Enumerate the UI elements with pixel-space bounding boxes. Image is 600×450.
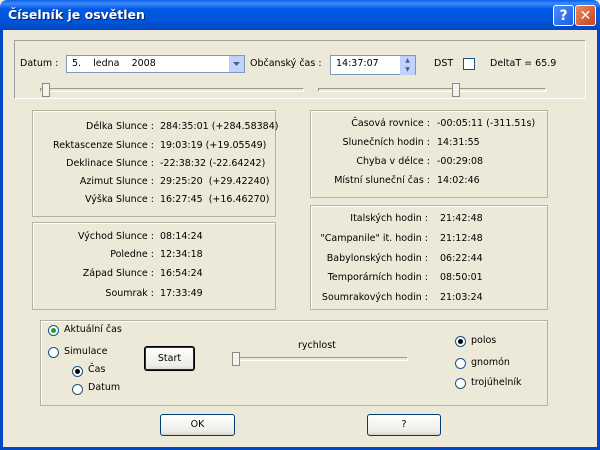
casova-rovnice-label: Časová rovnice :: [351, 118, 430, 129]
italskych-label: Italských hodin :: [350, 213, 428, 224]
chyba-v-delce-label: Chyba v délce :: [356, 156, 430, 167]
date-slider-track[interactable]: [40, 88, 304, 92]
date-slider-thumb[interactable]: [42, 83, 50, 97]
vyska-label: Výška Slunce :: [85, 194, 154, 205]
gnomon-radio[interactable]: [455, 358, 466, 369]
casova-rovnice-value: -00:05:11 (-311.51s): [437, 118, 536, 129]
simulace-radio[interactable]: [48, 347, 59, 358]
datum-radio[interactable]: [72, 384, 83, 395]
vychod-label: Východ Slunce :: [78, 231, 154, 242]
gnomon-label[interactable]: gnomón: [471, 357, 510, 368]
time-slider-track[interactable]: [318, 88, 546, 92]
polos-radio[interactable]: [455, 336, 466, 347]
rektascenze-label: Rektascenze Slunce :: [53, 140, 154, 151]
polos-label[interactable]: polos: [471, 335, 496, 346]
datum-dropdown-arrow[interactable]: [229, 56, 244, 72]
deklinace-value: -22:38:32 (-22.64242): [160, 158, 266, 169]
datum-value: 5. ledna 2008: [72, 58, 156, 69]
soumrakovych-label: Soumrakových hodin :: [321, 292, 428, 303]
obcansky-cas-label: Občanský čas :: [250, 58, 322, 69]
babylonskych-value: 06:22:44: [440, 253, 483, 264]
temporarnich-value: 08:50:01: [440, 272, 483, 283]
vyska-value: 16:27:45 (+16.46270): [160, 194, 270, 205]
soumrak-value: 17:33:49: [160, 288, 203, 299]
ok-button[interactable]: OK: [160, 414, 235, 436]
time-slider-thumb[interactable]: [452, 83, 460, 97]
cas-radio[interactable]: [72, 366, 83, 377]
delka-label: Délka Slunce :: [86, 121, 154, 132]
time-value: 14:37:07: [336, 58, 379, 69]
zapad-label: Západ Slunce :: [82, 268, 154, 279]
help-button[interactable]: ?: [367, 414, 441, 436]
campanile-value: 21:12:48: [440, 233, 483, 244]
help-title-button[interactable]: ?: [553, 5, 574, 26]
babylonskych-label: Babylonských hodin :: [326, 253, 428, 264]
vychod-value: 08:14:24: [160, 231, 203, 242]
chyba-v-delce-value: -00:29:08: [437, 156, 484, 167]
spin-down-button[interactable]: ▼: [400, 65, 415, 75]
speed-slider-thumb[interactable]: [232, 352, 240, 366]
sun-times-group: [32, 222, 276, 310]
datum-dropdown[interactable]: 5. ledna 2008: [66, 55, 245, 73]
rychlost-label: rychlost: [298, 340, 336, 351]
aktualni-cas-radio[interactable]: [48, 325, 59, 336]
speed-slider-track[interactable]: [232, 357, 408, 361]
campanile-label: "Campanile" it. hodin :: [320, 233, 428, 244]
deltat-label: DeltaT = 65.9: [490, 58, 557, 69]
chevron-down-icon: [233, 62, 240, 66]
window-frame-left: [0, 30, 3, 450]
temporarnich-label: Temporárních hodin :: [327, 272, 428, 283]
close-button[interactable]: ✕: [575, 5, 596, 26]
slunecnich-hodin-value: 14:31:55: [437, 137, 480, 148]
azimut-label: Azimut Slunce :: [79, 176, 154, 187]
poledne-value: 12:34:18: [160, 249, 203, 260]
delka-value: 284:35:01 (+284.58384): [160, 121, 279, 132]
cas-label[interactable]: Čas: [88, 364, 105, 375]
datum-label: Datum :: [20, 58, 59, 69]
mistni-cas-value: 14:02:46: [437, 175, 480, 186]
simulace-label[interactable]: Simulace: [64, 346, 107, 357]
slunecnich-hodin-label: Slunečních hodin :: [342, 137, 430, 148]
poledne-label: Poledne :: [110, 249, 154, 260]
rektascenze-value: 19:03:19 (+19.05549): [160, 140, 267, 151]
window-title: Číselník je osvětlen: [8, 7, 145, 22]
start-button[interactable]: Start: [144, 346, 195, 371]
dst-checkbox[interactable]: [463, 58, 475, 70]
italskych-value: 21:42:48: [440, 213, 483, 224]
mistni-cas-label: Místní sluneční čas :: [334, 175, 430, 186]
datum-radio-label[interactable]: Datum: [88, 382, 120, 393]
azimut-value: 29:25:20 (+29.42240): [160, 176, 270, 187]
soumrakovych-value: 21:03:24: [440, 292, 483, 303]
deklinace-label: Deklinace Slunce :: [66, 158, 154, 169]
soumrak-label: Soumrak :: [105, 288, 154, 299]
dst-label: DST: [434, 58, 454, 69]
zapad-value: 16:54:24: [160, 268, 203, 279]
trojuhelnik-radio[interactable]: [455, 378, 466, 389]
trojuhelnik-label[interactable]: trojúhelník: [471, 377, 522, 388]
aktualni-cas-label[interactable]: Aktuální čas: [64, 324, 122, 335]
